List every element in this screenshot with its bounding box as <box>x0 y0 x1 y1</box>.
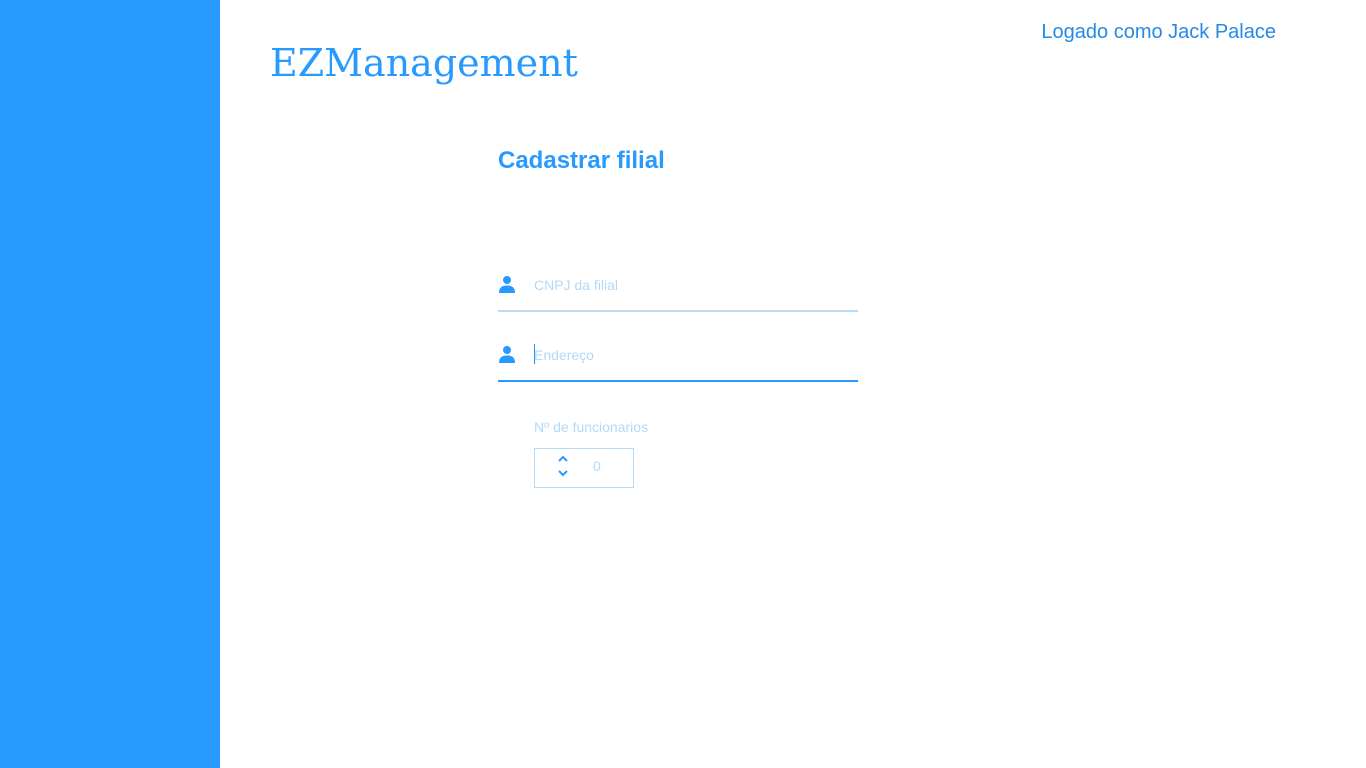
person-icon <box>499 276 515 293</box>
funcionarios-stepper[interactable]: 0 <box>534 448 634 488</box>
text-caret <box>534 344 535 364</box>
main-content: EZManagement Logado como Jack Palace Cad… <box>220 0 1366 768</box>
endereco-field[interactable] <box>498 340 858 382</box>
funcionarios-value[interactable]: 0 <box>593 457 601 475</box>
cnpj-field[interactable] <box>498 270 858 312</box>
stepper-arrows-icon[interactable] <box>555 453 571 483</box>
form-title: Cadastrar filial <box>498 147 665 174</box>
funcionarios-label: Nº de funcionarios <box>534 419 649 435</box>
cnpj-input[interactable] <box>534 270 854 300</box>
brand-title: EZManagement <box>270 41 578 85</box>
sidebar <box>0 0 220 768</box>
logged-user-label[interactable]: Logado como Jack Palace <box>1041 18 1276 46</box>
person-icon <box>499 346 515 363</box>
endereco-input[interactable] <box>534 340 854 370</box>
